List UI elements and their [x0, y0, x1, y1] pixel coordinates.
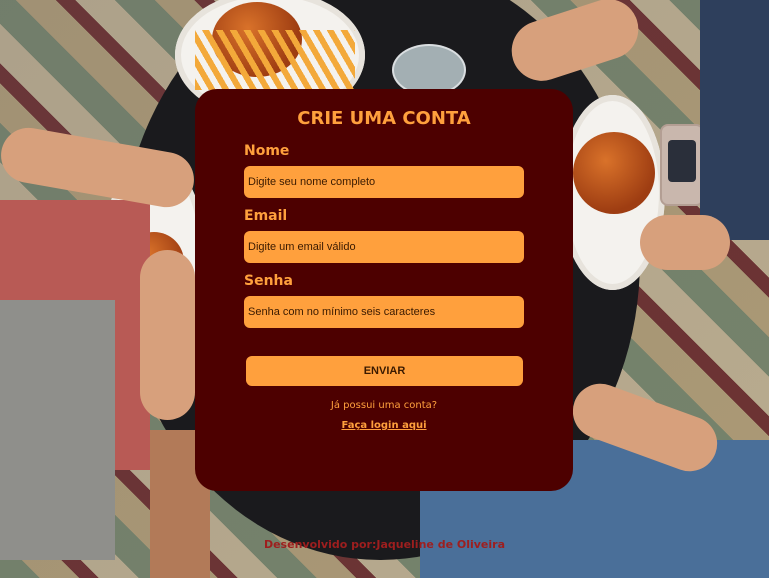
person-right-shirt — [700, 0, 769, 240]
fries-top — [195, 30, 355, 90]
submit-button[interactable]: ENVIAR — [246, 356, 523, 386]
signup-card: CRIE UMA CONTA Nome Email Senha ENVIAR J… — [195, 89, 573, 491]
password-label: Senha — [244, 273, 293, 289]
account-prompt: Já possui uma conta? — [330, 400, 438, 411]
email-input[interactable] — [244, 231, 524, 263]
name-label: Nome — [244, 143, 290, 159]
arm-left-lower — [140, 250, 195, 420]
email-label: Email — [244, 208, 288, 224]
phone — [660, 124, 704, 206]
form-title: CRIE UMA CONTA — [297, 108, 471, 129]
footer-credit: Desenvolvido por:Jaqueline de Oliveira — [263, 538, 506, 551]
password-input[interactable] — [244, 296, 524, 328]
arm-right-lower — [640, 215, 730, 270]
person-left-grey-shirt — [0, 300, 115, 560]
name-input[interactable] — [244, 166, 524, 198]
burger-right — [573, 132, 655, 214]
login-link[interactable]: Faça login aqui — [195, 420, 573, 431]
